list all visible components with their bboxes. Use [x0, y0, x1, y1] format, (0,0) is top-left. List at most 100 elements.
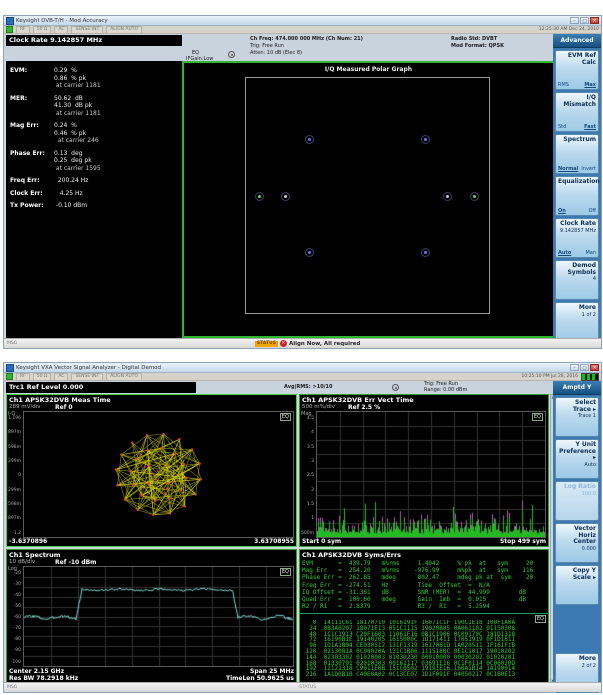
pane-spectrum[interactable]: Ch1 Spectrum 10 dB/div Ref -10 dBm Log -…	[6, 549, 297, 684]
pane-meas-time[interactable]: Ch1 APSK32DVB Meas Time 289 mV/div Ref 0…	[6, 394, 297, 547]
x-axis-stop: Stop 499 sym	[500, 538, 546, 545]
pane-scale: 500 m%/div	[302, 404, 335, 411]
res-bw-label: Res BW 78.2918 kHz	[9, 675, 78, 682]
minimize-button[interactable]: –	[570, 17, 579, 24]
eq-indicator: EQ	[280, 568, 291, 576]
tick-label: -50	[14, 605, 22, 610]
avg-readout: Avg|RMS: >10/10	[284, 384, 332, 390]
x-axis-stop: 3.63708955	[254, 538, 294, 545]
maximize-button[interactable]: ▢	[580, 364, 589, 371]
pane-err-vect-time[interactable]: Ch1 APSK32DVB Err Vect Time 500 m%/div R…	[299, 394, 549, 547]
softkey-value: 1 of 2	[558, 312, 596, 318]
status-bar: MSG STATUS ✕ Align Now, All required	[4, 338, 601, 348]
metric-row: MER: 50.62 dB 41.30 dB pk at carrier 118…	[10, 95, 182, 118]
sense-segment: SENSE:INT	[71, 26, 103, 34]
softkey-panel: Amptd Y Scale Select Trace ▸ Trace 1 Y U…	[553, 381, 601, 682]
softkey-option-right[interactable]: Off	[589, 208, 596, 214]
measurement-header: Clock Rate 9.142857 MHz EQ IFGain:Low Ch…	[4, 34, 601, 61]
close-button[interactable]: ✕	[590, 17, 599, 24]
softkey-button[interactable]: Copy Y Scale ▸	[555, 565, 599, 605]
titlebar[interactable]: Keysight DVB-T/H - Mod Accuracy – ▢ ✕	[4, 16, 601, 26]
softkey-button[interactable]: Log Ratio 100.0	[555, 481, 599, 521]
softkey-option-right[interactable]: Max	[584, 82, 596, 88]
stat-line: Quad Err = 100.60 mdeg Gain Imb = 0.015 …	[302, 596, 546, 603]
pane-scale: 10 dB/div	[9, 559, 35, 566]
softkey-option-left[interactable]: Auto	[558, 250, 571, 256]
impedance-segment: 50 Ω	[33, 373, 52, 381]
ch-freq-readout: Ch Freq: 474.000 000 MHz (Ch Num: 21)	[250, 36, 363, 42]
minimize-button[interactable]: –	[570, 364, 579, 371]
align-segment: ALIGN AUTO	[106, 373, 142, 381]
softkey-option-right[interactable]: Man	[585, 250, 596, 256]
constellation-point	[443, 192, 452, 201]
softkey-button[interactable]: I/Q Mismatch Std Fast	[555, 92, 599, 132]
softkey-button[interactable]: Equalization On Off	[555, 176, 599, 216]
softkey-value: Auto	[558, 462, 596, 468]
maximize-button[interactable]: ▢	[580, 17, 589, 24]
sweep-indicator-icon	[228, 51, 235, 58]
x-axis-start: Start 0 sym	[302, 538, 341, 545]
softkey-panel: Advanced EVM Ref Calc RMS Max I/Q Mismat…	[553, 34, 601, 338]
pane-syms-errs[interactable]: Ch1 APSK32DVB Syms/Errs EVM = 439.79 m%r…	[299, 549, 549, 684]
constellation-point	[421, 248, 430, 257]
tick-label: -80	[14, 638, 22, 643]
pane-ref: Ref 0	[55, 404, 73, 411]
softkey-button[interactable]: EVM Ref Calc RMS Max	[555, 50, 599, 90]
softkey-value: 0.000	[558, 546, 596, 552]
tick-label: 500m	[301, 532, 315, 537]
eq-indicator: EQ	[532, 413, 543, 421]
softkey-option-left[interactable]: On	[558, 208, 566, 214]
constellation-point	[305, 135, 314, 144]
softkey-button[interactable]: Demod Symbols 4	[555, 260, 599, 300]
timelen-label: TimeLen 50.9625 us	[226, 675, 294, 682]
softkey-label: Y Unit Preference ▸	[558, 442, 596, 462]
rf-segment: RF	[16, 26, 30, 34]
pane-title: Ch1 APSK32DVB Err Vect Time	[302, 396, 546, 404]
trig-readout: Trig: Free Run	[250, 43, 284, 49]
coupling-segment: AC	[54, 373, 68, 381]
msg-label: MSG	[7, 685, 17, 690]
softkey-label: Demod Symbols	[558, 263, 596, 276]
metric-value: 200.24 Hz	[54, 177, 182, 185]
close-button[interactable]: ✕	[590, 364, 599, 371]
softkey-option-left[interactable]: Std	[558, 124, 566, 130]
tick-label: -90	[14, 649, 22, 654]
softkey-value: 100.0	[558, 491, 596, 497]
softkey-label: Equalization	[558, 179, 596, 186]
plot-box: EQ	[23, 411, 294, 538]
softkey-button[interactable]: Select Trace ▸ Trace 1	[555, 397, 599, 437]
measurement-header: Trc1 Ref Level 0.000 Avg|RMS: >10/10 Tri…	[4, 381, 601, 394]
error-icon: ✕	[280, 340, 287, 347]
softkey-option-right[interactable]: Fast	[584, 124, 596, 130]
metric-row: Freq Err: 200.24 Hz	[10, 177, 182, 185]
tick-label: -30	[14, 583, 22, 588]
metric-peak: 0.46 % pk	[54, 130, 182, 138]
tick-label: 2.5	[307, 474, 315, 479]
softkey-button[interactable]: Y Unit Preference ▸ Auto	[555, 439, 599, 479]
demod-stats-block: EVM = 439.79 m%rms 1.4042 % pk at sym 20…	[302, 560, 546, 610]
softkey-button[interactable]: Spectrum Normal Invert	[555, 134, 599, 174]
softkey-option-left[interactable]: RMS	[558, 82, 569, 88]
pane-ref: Ref -10 dBm	[55, 559, 96, 566]
softkey-label: Select Trace ▸	[558, 400, 596, 413]
softkey-button[interactable]: More 1 of 2	[555, 302, 599, 342]
softkey-value: 4	[558, 276, 596, 282]
metric-peak: 41.30 dB pk	[54, 102, 182, 110]
softkey-label: Copy Y Scale ▸	[558, 568, 596, 581]
window-vxa-digital-demod: Keysight VXA Vector Signal Analyzer - Di…	[3, 362, 602, 693]
softkey-button[interactable]: Vector Horiz Center 0.000	[555, 523, 599, 563]
metric-row: Clock Err: 4.25 Hz	[10, 190, 182, 198]
softkey-label: Spectrum	[558, 137, 596, 144]
y-axis-ticks: 1.196897m598m299m0-299m-598m-897m-1.2	[7, 417, 22, 536]
softkey-option-right[interactable]: Invert	[581, 166, 596, 172]
softkey-button[interactable]: Clock Rate 9.142857 MHz Auto Man	[555, 218, 599, 258]
app-icon	[6, 17, 14, 25]
tick-label: 3	[311, 460, 315, 465]
softkey-value: 2 of 2	[558, 663, 596, 669]
softkey-option-left[interactable]: Normal	[558, 166, 578, 172]
impedance-segment: 50 Ω	[33, 26, 52, 34]
polar-graph-plot	[245, 77, 490, 314]
tick-label: 4	[311, 431, 315, 436]
titlebar[interactable]: Keysight VXA Vector Signal Analyzer - Di…	[4, 363, 601, 373]
tick-label: 4.5	[307, 417, 315, 422]
